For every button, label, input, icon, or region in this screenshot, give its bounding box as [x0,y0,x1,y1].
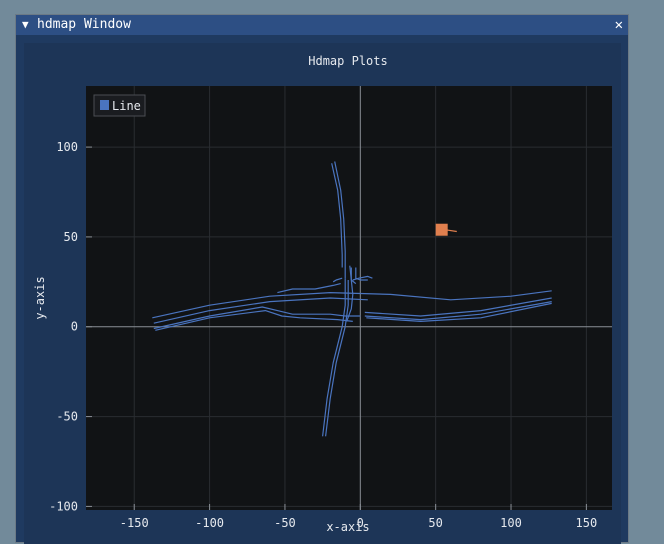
y-axis-label: y-axis [33,276,47,319]
hdmap-plot[interactable]: Hdmap Plots -150 -100 -50 0 50 100 150-100-500… [24,43,621,544]
x-tick-label: 50 [428,516,442,530]
window-content: Hdmap Plots -150 -100 -50 0 50 100 150 -100 -50 0… [24,43,621,544]
close-icon[interactable]: ✕ [615,15,623,35]
legend-swatch [100,100,109,110]
vehicle-marker-square [435,223,448,236]
y-tick-label: 0 [71,320,78,334]
y-tick-label: 50 [64,230,78,244]
x-tick-label: -150 [120,516,149,530]
x-axis-label: x-axis [326,520,369,534]
x-tick-label: 150 [576,516,598,530]
plot-title: Hdmap Plots [308,54,387,68]
window-titlebar[interactable]: ▼ hdmap Window ✕ [16,15,628,35]
window-title: hdmap Window [37,17,131,32]
y-tick-label: -100 [49,499,78,513]
plot-area[interactable] [86,86,612,510]
x-tick-label: -50 [274,516,296,530]
hdmap-window: ▼ hdmap Window ✕ Hdmap Plots -150 -100 -50… [15,14,629,544]
x-tick-label: -100 [195,516,224,530]
legend-label: Line [112,99,141,113]
x-tick-label: 100 [500,516,522,530]
y-tick-label: -50 [56,410,78,424]
legend-box[interactable]: Line [93,94,146,117]
y-tick-label: 100 [56,140,78,154]
collapse-triangle-icon[interactable]: ▼ [22,15,29,35]
